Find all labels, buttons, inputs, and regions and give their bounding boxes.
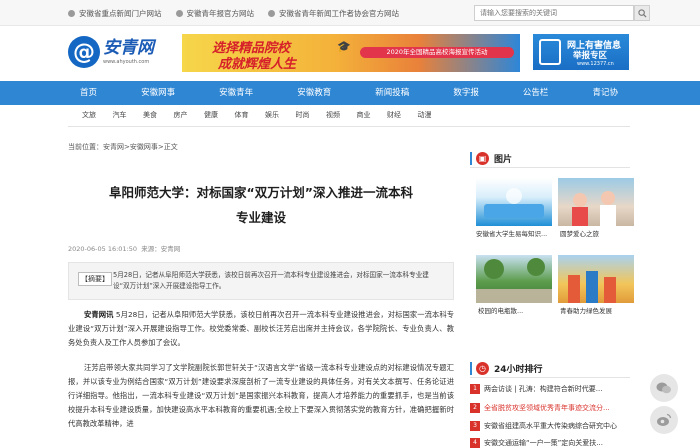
- rank-number: 3: [470, 421, 480, 431]
- subnav-item[interactable]: 时尚: [296, 110, 327, 120]
- rank-item[interactable]: 4 安徽交通运输“一户一策”定向关爱扶...: [470, 438, 630, 448]
- rank-item[interactable]: 2 全省脱贫攻坚领域优秀青年事迹交流分...: [470, 403, 630, 413]
- wechat-icon: [656, 382, 671, 394]
- picture-caption[interactable]: 校园的电瓶散...: [478, 305, 558, 315]
- weibo-share-button[interactable]: [650, 406, 678, 434]
- picture-caption[interactable]: 青春助力绿色发展: [560, 305, 640, 315]
- nav-item-anhui-education[interactable]: 安徽教育: [285, 81, 343, 105]
- promo-banner[interactable]: 选择精品院校 成就辉煌人生 🎓 2020年全国精品高校海报宣传活动: [182, 34, 520, 72]
- rank-text: 安徽交通运输“一户一策”定向关爱扶...: [484, 439, 603, 447]
- rank-number: 2: [470, 403, 480, 413]
- article-abstract: 【摘要】 5月28日，记者从阜阳师范大学获悉，该校日前再次召开一流本科专业建设推…: [68, 262, 454, 300]
- rank-heading: ◷ 24小时排行: [470, 358, 630, 378]
- abstract-tag: 【摘要】: [78, 272, 112, 286]
- article-body: 安青网讯 5月28日，记者从阜阳师范大学获悉，该校日前再次召开一流本科专业建设推…: [68, 308, 454, 442]
- paragraph-text: 5月28日，记者从阜阳师范大学获悉，该校日前再次召开一流本科专业建设推进会，对标…: [68, 310, 454, 348]
- top-link-youth-paper[interactable]: 安徽青年报官方网站: [175, 8, 255, 19]
- site-icon: [68, 10, 75, 17]
- subnav-item[interactable]: 视频: [326, 110, 357, 120]
- site-logo[interactable]: @ 安青网 www.ahyouth.com: [68, 34, 168, 70]
- rank-item[interactable]: 1 两会访谈 | 孔涛：构建符合新时代要...: [470, 384, 630, 394]
- phone-icon: [539, 39, 561, 65]
- pictures-heading-text: 图片: [494, 155, 513, 165]
- top-bar: 安徽省重点新闻门户网站 安徽青年报官方网站 安徽省青年新闻工作者协会官方网站: [0, 0, 700, 26]
- banner-line2: 成就辉煌人生: [218, 57, 297, 72]
- rank-text: 全省脱贫攻坚领域优秀青年事迹交流分...: [484, 404, 610, 412]
- picture-thumbnail[interactable]: [558, 255, 634, 303]
- divider: [68, 126, 630, 127]
- nav-item-home[interactable]: 首页: [68, 81, 109, 105]
- wechat-share-button[interactable]: [650, 374, 678, 402]
- sub-nav: 文旅 汽车 美食 房产 健康 体育 娱乐 时尚 视频 商业 财经 动漫: [82, 110, 448, 120]
- abstract-text: 5月28日，记者从阜阳师范大学获悉，该校日前再次召开一流本科专业建设推进会，对标…: [113, 271, 429, 290]
- picture-thumbnail[interactable]: [558, 178, 634, 226]
- ad-url: www.12377.cn: [577, 61, 614, 67]
- site-icon: [268, 10, 275, 17]
- rank-number: 4: [470, 438, 480, 448]
- breadcrumb[interactable]: 当前位置：安青网>安徽网事>正文: [68, 142, 178, 152]
- nav-item-bulletin[interactable]: 公告栏: [511, 81, 561, 105]
- banner-subtitle: 2020年全国精品高校海报宣传活动: [360, 47, 514, 58]
- nav-item-submit-news[interactable]: 新闻投稿: [363, 81, 421, 105]
- pictures-heading: ▣ 图片: [470, 148, 630, 168]
- photo-graphic: [484, 188, 544, 218]
- rank-item[interactable]: 3 安徽省组建高水平重大传染病综合研究中心: [470, 421, 630, 431]
- search-button[interactable]: [634, 5, 650, 21]
- article-date: 2020-06-05 16:01:50: [68, 245, 138, 253]
- subnav-item[interactable]: 汽车: [113, 110, 144, 120]
- photo-graphic: [572, 191, 616, 226]
- nav-item-digital-paper[interactable]: 数字报: [441, 81, 491, 105]
- report-ad-banner[interactable]: 网上有害信息 举报专区 www.12377.cn: [533, 34, 629, 70]
- graduation-cap-icon: 🎓: [337, 40, 351, 53]
- ad-line2: 举报专区: [573, 51, 608, 61]
- subnav-item[interactable]: 娱乐: [265, 110, 296, 120]
- subnav-item[interactable]: 动漫: [418, 110, 449, 120]
- picture-caption[interactable]: 圆梦爱心之旅: [560, 228, 640, 238]
- top-link-journalist-assoc[interactable]: 安徽省青年新闻工作者协会官方网站: [268, 8, 399, 19]
- rank-text: 两会访谈 | 孔涛：构建符合新时代要...: [484, 385, 603, 393]
- clock-icon: ◷: [476, 362, 489, 375]
- search-icon: [637, 8, 647, 18]
- logo-url: www.ahyouth.com: [103, 59, 150, 65]
- top-link-label: 安徽青年报官方网站: [186, 9, 255, 18]
- logo-text: 安青网: [103, 38, 154, 58]
- subnav-item[interactable]: 健康: [204, 110, 235, 120]
- top-link-news-portal[interactable]: 安徽省重点新闻门户网站: [68, 8, 162, 19]
- picture-thumbnail[interactable]: [476, 178, 552, 226]
- article-title-line2: 专业建设: [235, 210, 286, 225]
- article-source: 来源：安青网: [141, 245, 181, 253]
- subnav-item[interactable]: 体育: [235, 110, 266, 120]
- subnav-item[interactable]: 商业: [357, 110, 388, 120]
- photo-graphic: [568, 271, 616, 303]
- article-paragraph: 安青网讯 5月28日，记者从阜阳师范大学获悉，该校日前再次召开一流本科专业建设推…: [68, 308, 454, 351]
- article-title: 阜阳师范大学：对标国家“双万计划”深入推进一流本科 专业建设: [68, 180, 454, 230]
- top-link-label: 安徽省重点新闻门户网站: [79, 9, 162, 18]
- picture-caption[interactable]: 安徽省大学生易每知识...: [476, 228, 556, 238]
- picture-icon: ▣: [476, 152, 489, 165]
- top-link-label: 安徽省青年新闻工作者协会官方网站: [279, 9, 399, 18]
- nav-item-anhui-news[interactable]: 安徽网事: [129, 81, 187, 105]
- logo-mark: @: [68, 36, 100, 68]
- main-nav: 首页 安徽网事 安徽青年 安徽教育 新闻投稿 数字报 公告栏 青记协: [0, 81, 700, 105]
- picture-thumbnail[interactable]: [476, 255, 552, 303]
- article-paragraph: 汪芳启带领大家共同学习了文学院副院长郭世轩关于“汉语言文学”省级一流本科专业建设…: [68, 362, 454, 429]
- subnav-item[interactable]: 房产: [174, 110, 205, 120]
- photo-graphic: [476, 258, 552, 303]
- nav-item-journalist-assoc[interactable]: 青记协: [580, 81, 630, 105]
- nav-item-anhui-youth[interactable]: 安徽青年: [207, 81, 265, 105]
- subnav-item[interactable]: 财经: [387, 110, 418, 120]
- subnav-item[interactable]: 美食: [143, 110, 174, 120]
- search-input[interactable]: [474, 5, 634, 21]
- subnav-item[interactable]: 文旅: [82, 110, 113, 120]
- article-meta: 2020-06-05 16:01:50 来源：安青网: [68, 243, 180, 253]
- rank-number: 1: [470, 384, 480, 394]
- site-icon: [175, 10, 183, 17]
- dateline: 安青网讯: [84, 310, 114, 319]
- rank-heading-text: 24小时排行: [494, 365, 543, 375]
- top-links: 安徽省重点新闻门户网站 安徽青年报官方网站 安徽省青年新闻工作者协会官方网站: [68, 8, 399, 19]
- rank-text: 安徽省组建高水平重大传染病综合研究中心: [484, 422, 617, 430]
- article-title-line1: 阜阳师范大学：对标国家“双万计划”深入推进一流本科: [109, 185, 413, 200]
- weibo-icon: [657, 413, 672, 426]
